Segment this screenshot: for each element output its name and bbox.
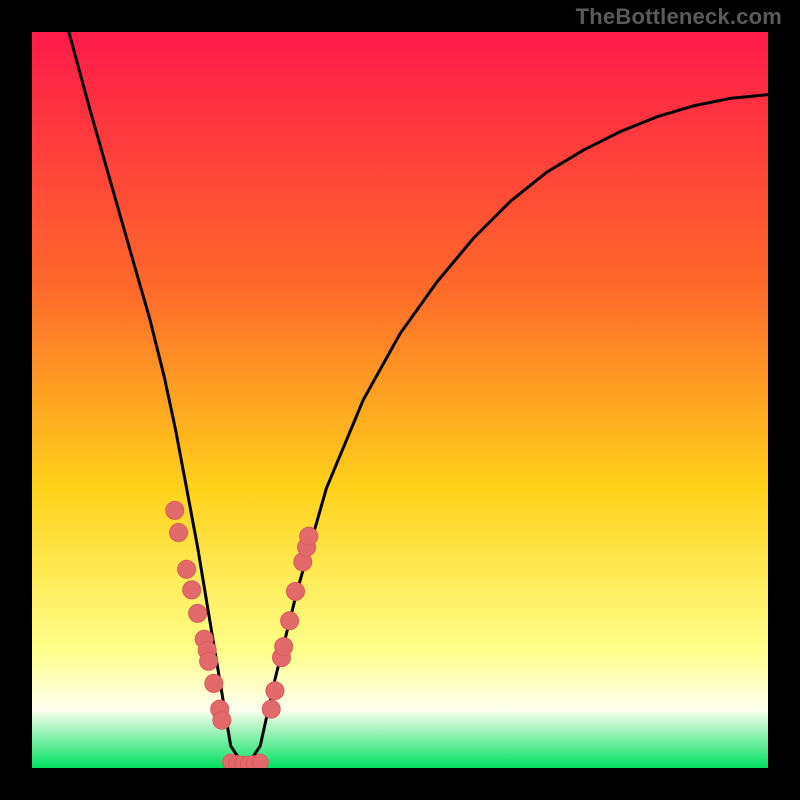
data-dot: [213, 711, 231, 729]
data-dot: [178, 560, 196, 578]
gradient-background: [32, 32, 768, 768]
data-dot: [262, 700, 280, 718]
data-dot: [170, 524, 188, 542]
data-dot: [281, 612, 299, 630]
data-dot: [200, 652, 218, 670]
data-dot: [287, 582, 305, 600]
data-dot: [252, 754, 268, 768]
data-dot: [205, 674, 223, 692]
plot-area: [32, 32, 768, 768]
bottleneck-chart: [32, 32, 768, 768]
data-dot: [183, 581, 201, 599]
data-dot: [275, 638, 293, 656]
outer-frame: TheBottleneck.com: [0, 0, 800, 800]
watermark-text: TheBottleneck.com: [576, 4, 782, 30]
data-dot: [300, 527, 318, 545]
data-dot: [266, 682, 284, 700]
data-dot: [166, 501, 184, 519]
data-dot: [189, 604, 207, 622]
